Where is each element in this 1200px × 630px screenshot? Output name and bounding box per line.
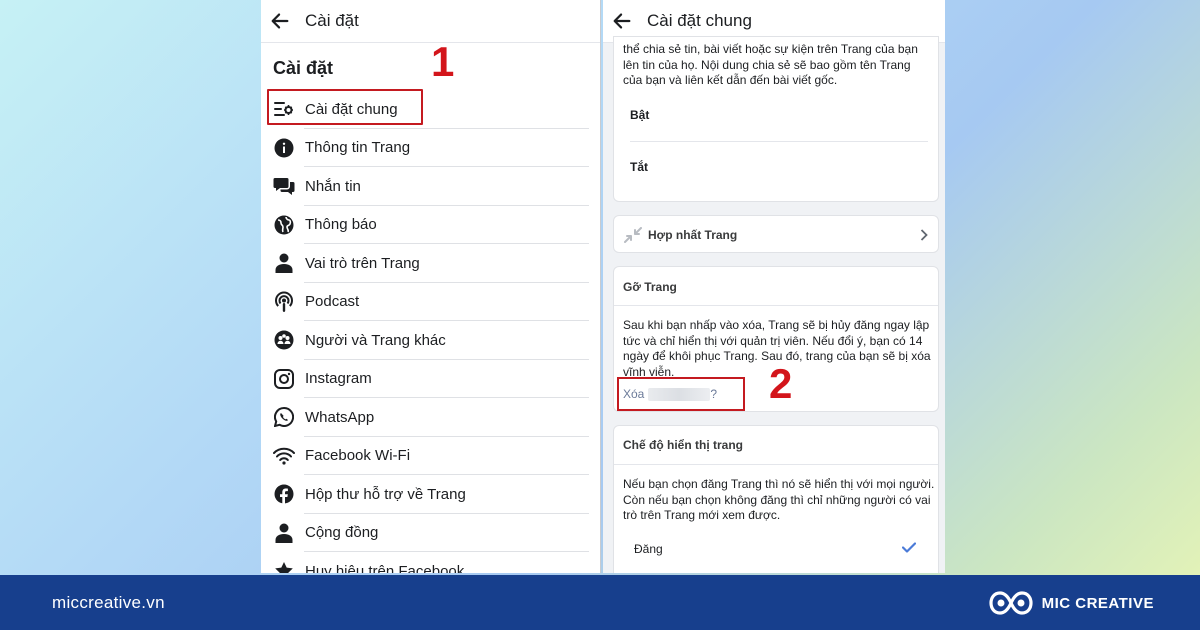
menu-item-label: Nhắn tin xyxy=(305,177,361,195)
chevron-right-icon xyxy=(920,229,928,241)
divider xyxy=(630,141,928,142)
brand-name: MIC CREATIVE xyxy=(1041,594,1154,612)
option-on[interactable]: Bật xyxy=(630,108,649,122)
menu-item-label: Thông báo xyxy=(305,216,377,234)
info-icon xyxy=(273,137,295,159)
menu-item-people-and-pages[interactable]: Người và Trang khác xyxy=(261,321,600,360)
menu-item-label: Facebook Wi-Fi xyxy=(305,447,411,465)
menu-item-label: WhatsApp xyxy=(305,408,375,426)
menu-item-page-info[interactable]: Thông tin Trang xyxy=(261,129,600,168)
menu-item-label: Huy hiệu trên Facebook xyxy=(305,562,465,573)
menu-item-podcast[interactable]: Podcast xyxy=(261,283,600,322)
chat-icon xyxy=(273,175,295,197)
top-bar: Cài đặt xyxy=(261,0,600,43)
podcast-icon xyxy=(273,291,295,313)
menu-item-badges[interactable]: Huy hiệu trên Facebook xyxy=(261,552,600,573)
menu-item-page-roles[interactable]: Vai trò trên Trang xyxy=(261,244,600,283)
menu-item-community[interactable]: Cộng đồng xyxy=(261,514,600,553)
highlight-box-delete xyxy=(617,377,745,411)
option-off[interactable]: Tắt xyxy=(630,160,648,174)
visibility-title: Chế độ hiển thị trang xyxy=(623,438,743,452)
menu-item-label: Instagram xyxy=(305,370,372,388)
menu-item-notifications[interactable]: Thông báo xyxy=(261,206,600,245)
globe-icon xyxy=(273,214,295,236)
footer-url[interactable]: miccreative.vn xyxy=(52,593,165,613)
menu-item-label: Người và Trang khác xyxy=(305,331,446,349)
menu-item-label: Podcast xyxy=(305,293,360,311)
person-icon xyxy=(273,252,295,274)
menu-item-label: Vai trò trên Trang xyxy=(305,254,420,272)
publish-option[interactable]: Đăng xyxy=(634,542,663,556)
wifi-icon xyxy=(273,445,295,467)
checkmark-icon xyxy=(902,542,916,553)
menu-item-support-inbox[interactable]: Hộp thư hỗ trợ về Trang xyxy=(261,475,600,514)
divider xyxy=(614,305,938,306)
highlight-box-general-settings xyxy=(267,89,423,125)
facebook-icon xyxy=(273,483,295,505)
star-icon xyxy=(273,560,295,573)
merge-label: Hợp nhất Trang xyxy=(648,228,738,242)
menu-item-label: Cộng đồng xyxy=(305,524,379,542)
divider xyxy=(614,464,938,465)
menu-item-facebook-wifi[interactable]: Facebook Wi-Fi xyxy=(261,437,600,476)
settings-menu: Cài đặt chung Thông tin Trang Nhắn tin T… xyxy=(261,90,600,573)
person-icon xyxy=(273,522,295,544)
whatsapp-icon xyxy=(273,406,295,428)
menu-item-whatsapp[interactable]: WhatsApp xyxy=(261,398,600,437)
brand-logo: MIC CREATIVE xyxy=(988,589,1154,617)
back-arrow-icon[interactable] xyxy=(269,10,291,32)
menu-item-label: Hộp thư hỗ trợ về Trang xyxy=(305,485,466,503)
section-title: Cài đặt xyxy=(273,58,334,78)
back-arrow-icon[interactable] xyxy=(611,10,633,32)
visibility-description: Nếu bạn chọn đăng Trang thì nó sẽ hiển t… xyxy=(623,477,935,522)
mic-logo-icon xyxy=(988,591,1033,615)
menu-item-instagram[interactable]: Instagram xyxy=(261,360,600,399)
page-title: Cài đặt xyxy=(305,11,359,30)
people-icon xyxy=(273,329,295,351)
menu-item-label: Thông tin Trang xyxy=(305,139,411,157)
share-description: thể chia sẻ tin, bài viết hoặc sự kiện t… xyxy=(623,42,918,87)
page-visibility-card: Chế độ hiển thị trang Nếu bạn chọn đăng … xyxy=(613,425,939,573)
merge-pages-row[interactable]: Hợp nhất Trang xyxy=(613,215,939,253)
step-number-1: 1 xyxy=(431,38,455,85)
share-settings-card: thể chia sẻ tin, bài viết hoặc sự kiện t… xyxy=(613,36,939,202)
footer-bar: miccreative.vn MIC CREATIVE xyxy=(0,575,1200,630)
settings-screen: Cài đặt Cài đặt Cài đặt chung Thông tin … xyxy=(261,0,601,573)
merge-icon xyxy=(624,227,642,243)
page-title: Cài đặt chung xyxy=(647,11,752,30)
instagram-icon xyxy=(273,368,295,390)
general-settings-screen: Cài đặt chung thể chia sẻ tin, bài viết … xyxy=(603,0,945,573)
remove-page-title: Gỡ Trang xyxy=(623,280,677,294)
step-number-2: 2 xyxy=(769,360,793,407)
menu-item-messaging[interactable]: Nhắn tin xyxy=(261,167,600,206)
